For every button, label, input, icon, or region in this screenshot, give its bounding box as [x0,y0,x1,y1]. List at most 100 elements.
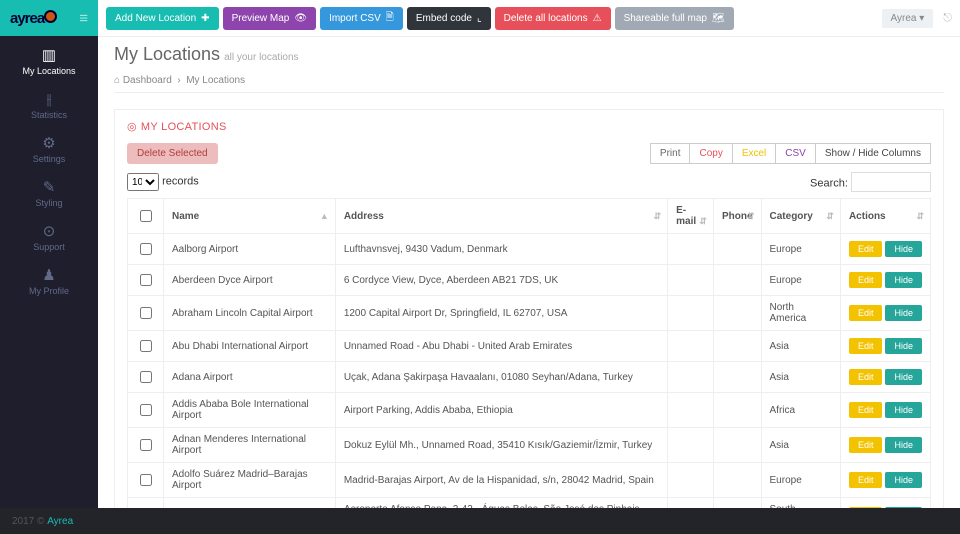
hide-button[interactable]: Hide [885,272,922,288]
records-label: records [162,176,199,188]
select-all-header[interactable] [128,199,164,234]
col-category[interactable]: Category⇵ [761,199,840,234]
cell-name: Adnan Menderes International Airport [164,428,336,463]
select-all-checkbox[interactable] [140,210,152,222]
cell-phone [713,331,761,362]
edit-button[interactable]: Edit [849,369,883,385]
cell-category: South America [761,498,840,509]
shareable-full-map-button[interactable]: Shareable full map🗺 [615,7,734,30]
sidebar-item-my-profile[interactable]: ♟My Profile [0,262,98,306]
embed-code-button[interactable]: Embed code⌞ [407,7,491,30]
row-checkbox[interactable] [140,243,152,255]
cell-email [668,265,714,296]
page-length-select[interactable]: 10 [127,173,159,191]
footer: 2017 © Ayrea [0,508,960,534]
table-row: Aberdeen Dyce Airport6 Cordyce View, Dyc… [128,265,931,296]
map-pin-icon [44,10,57,23]
edit-button[interactable]: Edit [849,437,883,453]
row-checkbox[interactable] [140,404,152,416]
cell-address: Lufthavnsvej, 9430 Vadum, Denmark [335,234,667,265]
hide-button[interactable]: Hide [885,437,922,453]
plus-icon: ✚ [201,13,209,24]
add-new-location-button[interactable]: Add New Location✚ [106,7,219,30]
user-menu[interactable]: Ayrea ▾ [882,9,934,28]
table-row: Adana AirportUçak, Adana Şakirpaşa Havaa… [128,362,931,393]
csv-button[interactable]: CSV [775,143,816,164]
sidebar-item-label: My Profile [0,286,98,296]
sidebar-item-my-locations[interactable]: ▥My Locations [0,42,98,86]
cell-category: Europe [761,265,840,296]
sidebar-item-label: Support [0,242,98,252]
row-checkbox[interactable] [140,371,152,383]
cell-address: Airport Parking, Addis Ababa, Ethiopia [335,393,667,428]
edit-button[interactable]: Edit [849,472,883,488]
edit-button[interactable]: Edit [849,272,883,288]
cell-email [668,362,714,393]
cell-address: Aeroporto Afonso Pena, 2-42 - Águas Bela… [335,498,667,509]
hide-button[interactable]: Hide [885,472,922,488]
row-checkbox[interactable] [140,340,152,352]
preview-map-button[interactable]: Preview Map👁 [223,7,317,30]
sidebar-item-statistics[interactable]: ⫲Statistics [0,86,98,130]
col-email[interactable]: E-mail⇵ [668,199,714,234]
search-label: Search: [810,178,848,190]
logout-icon[interactable]: ⎋ [943,12,952,25]
cell-name: Adolfo Suárez Madrid–Barajas Airport [164,463,336,498]
sidebar-item-support[interactable]: ⊙Support [0,218,98,262]
sidebar-item-styling[interactable]: ✎Styling [0,174,98,218]
col-phone[interactable]: Phone⇵ [713,199,761,234]
panel-heading: ◎MY LOCATIONS [127,120,931,133]
edit-button[interactable]: Edit [849,305,883,321]
hide-button[interactable]: Hide [885,338,922,354]
excel-button[interactable]: Excel [732,143,776,164]
hide-button[interactable]: Hide [885,305,922,321]
cell-phone [713,234,761,265]
sort-icon: ⇵ [916,211,924,222]
hide-button[interactable]: Hide [885,241,922,257]
cell-name: Aberdeen Dyce Airport [164,265,336,296]
row-checkbox[interactable] [140,307,152,319]
edit-button[interactable]: Edit [849,402,883,418]
sidebar-item-label: Statistics [0,110,98,120]
breadcrumb-current[interactable]: My Locations [186,75,245,86]
logo-text: ayrea [10,10,57,27]
row-checkbox[interactable] [140,439,152,451]
footer-brand-link[interactable]: Ayrea [47,516,73,527]
sort-icon: ⇵ [747,211,755,222]
export-buttons: Print Copy Excel CSV Show / Hide Columns [650,143,931,164]
breadcrumb-dashboard[interactable]: Dashboard [123,75,172,86]
cell-category: Asia [761,331,840,362]
hamburger-icon[interactable]: ≡ [79,10,88,27]
locations-panel: ◎MY LOCATIONS Delete Selected Print Copy… [114,109,944,508]
cell-name: Adana Airport [164,362,336,393]
hide-button[interactable]: Hide [885,402,922,418]
delete-all-locations-button[interactable]: Delete all locations⚠ [495,7,611,30]
target-icon: ◎ [127,121,137,133]
logo-bar: ayrea ≡ [0,0,98,36]
copy-button[interactable]: Copy [689,143,732,164]
cell-address: Madrid-Barajas Airport, Av de la Hispani… [335,463,667,498]
cell-email [668,498,714,509]
cell-category: Asia [761,428,840,463]
import-csv-button[interactable]: Import CSV🗎 [320,7,403,30]
search-input[interactable] [851,172,931,192]
sort-icon: ⇵ [826,211,834,222]
sort-icon: ⇵ [699,216,707,227]
edit-button[interactable]: Edit [849,338,883,354]
show-hide-columns-button[interactable]: Show / Hide Columns [815,143,931,164]
col-name[interactable]: Name▲ [164,199,336,234]
table-row: Aalborg AirportLufthavnsvej, 9430 Vadum,… [128,234,931,265]
hide-button[interactable]: Hide [885,369,922,385]
print-button[interactable]: Print [650,143,691,164]
eye-icon: 👁 [294,13,307,24]
col-actions[interactable]: Actions⇵ [840,199,930,234]
sidebar-item-settings[interactable]: ⚙Settings [0,130,98,174]
delete-selected-button[interactable]: Delete Selected [127,143,218,164]
row-checkbox[interactable] [140,274,152,286]
row-checkbox[interactable] [140,474,152,486]
map-icon: 🗺 [712,13,725,24]
topbar: Add New Location✚ Preview Map👁 Import CS… [98,0,960,37]
col-address[interactable]: Address⇵ [335,199,667,234]
edit-button[interactable]: Edit [849,241,883,257]
cell-phone [713,362,761,393]
